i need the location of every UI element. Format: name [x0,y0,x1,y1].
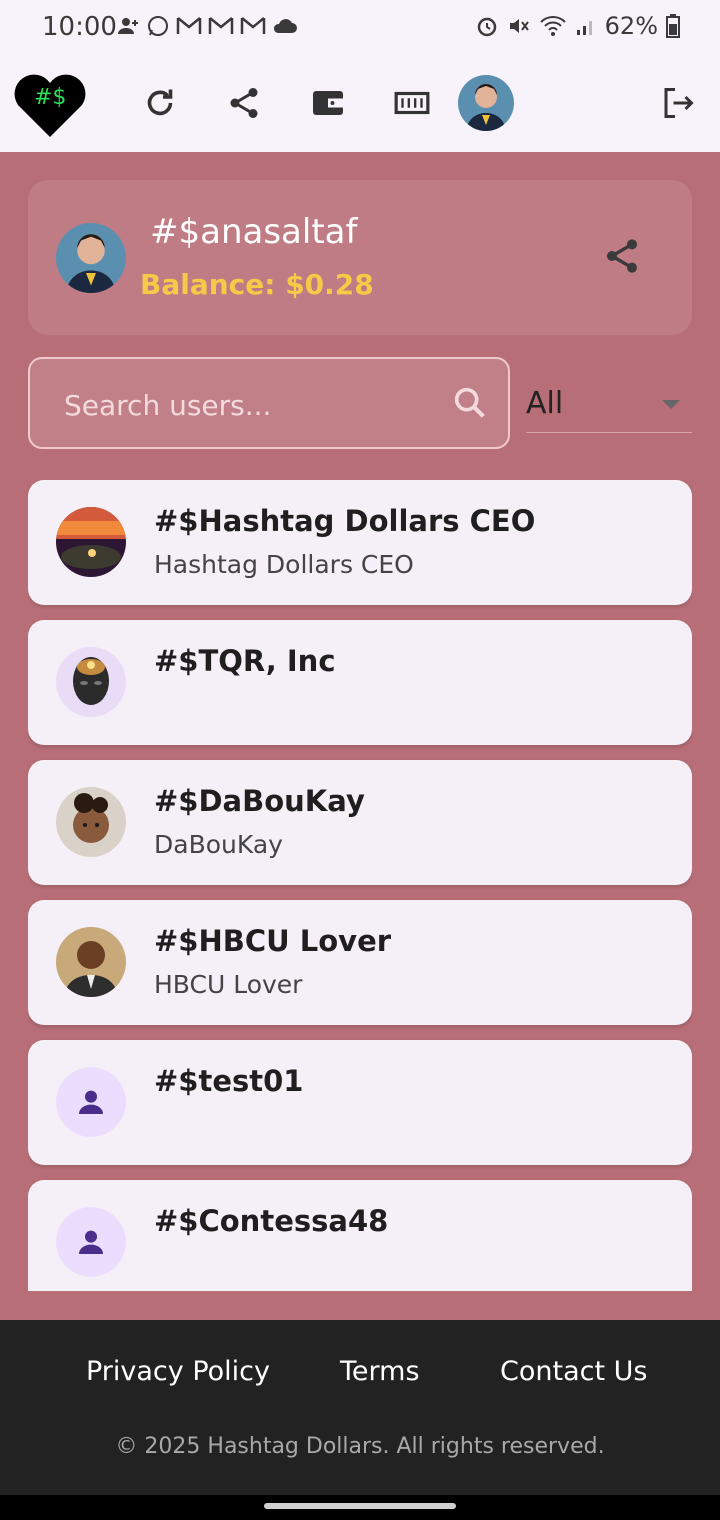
share-icon [607,239,637,273]
user-avatar [56,927,126,997]
person-icon [79,1090,103,1114]
user-card[interactable]: #$TQR, Inc [28,620,692,745]
avatar-photo [56,223,126,293]
profile-share-button[interactable] [602,236,646,280]
user-avatar[interactable] [458,75,514,131]
signal-icon [576,21,592,35]
logo[interactable]: #$ [12,73,88,141]
privacy-policy-link[interactable]: Privacy Policy [86,1356,270,1387]
robot-head-photo [56,647,126,717]
search-placeholder: Search users... [64,389,272,422]
battery-percentage: 62% [604,12,658,40]
gmail-icon [208,17,234,34]
alarm-icon [477,17,496,37]
user-avatar [56,647,126,717]
person-icon [79,1230,103,1254]
profile-card: #$anasaltaf Balance: $0.28 [28,180,692,335]
user-title: #$HBCU Lover [154,924,392,958]
user-card[interactable]: #$HBCU Lover HBCU Lover [28,900,692,1025]
user-card[interactable]: #$Hashtag Dollars CEO Hashtag Dollars CE… [28,480,692,605]
wallet-icon [313,91,343,115]
logo-text: #$ [34,85,67,110]
system-icons: 62% [475,12,680,40]
user-subtitle: HBCU Lover [154,970,303,999]
search-icon[interactable] [450,383,490,423]
wallet-button[interactable] [304,79,352,127]
notification-icons [116,14,298,38]
wifi-icon [539,16,566,36]
refresh-icon [147,89,173,116]
person-add-icon [118,18,138,34]
user-title: #$Contessa48 [154,1204,389,1238]
user-avatar [56,787,126,857]
share-icon [230,88,258,118]
logout-icon [664,88,694,118]
profile-handle: #$anasaltaf [150,212,358,252]
app-bar: #$ [0,55,720,152]
filter-dropdown[interactable]: All [526,376,692,433]
contact-us-link[interactable]: Contact Us [500,1356,647,1387]
balance-text: Balance: $0.28 [140,268,374,301]
gmail-icon [176,17,202,34]
avatar-photo [458,75,514,131]
copyright-text: © 2025 Hashtag Dollars. All rights reser… [115,1434,605,1459]
refresh-button[interactable] [136,79,184,127]
status-time: 10:00 [42,12,117,42]
gmail-icon [240,17,266,34]
home-handle[interactable] [264,1503,456,1509]
navigation-bar [0,1495,720,1520]
user-avatar [56,1067,126,1137]
man-photo [56,927,126,997]
search-input[interactable]: Search users... [28,357,510,449]
logout-button[interactable] [654,79,702,127]
user-subtitle: Hashtag Dollars CEO [154,550,414,579]
user-card[interactable]: #$Contessa48 [28,1180,692,1291]
user-title: #$DaBouKay [154,784,365,818]
user-card[interactable]: #$DaBouKay DaBouKay [28,760,692,885]
share-button[interactable] [220,79,268,127]
terms-link[interactable]: Terms [340,1356,420,1387]
user-card[interactable]: #$test01 [28,1040,692,1165]
cloud-icon [273,19,297,33]
money-button[interactable] [388,79,436,127]
user-avatar [56,1207,126,1277]
avatar-placeholder [56,1067,126,1137]
filter-value: All [526,386,564,421]
user-title: #$TQR, Inc [154,644,336,678]
user-subtitle: DaBouKay [154,830,283,859]
user-title: #$Hashtag Dollars CEO [154,504,536,538]
mute-icon [509,19,529,33]
user-title: #$test01 [154,1064,304,1098]
profile-avatar [56,223,126,293]
child-photo [56,787,126,857]
user-avatar [56,507,126,577]
battery-icon [666,14,680,38]
sunset-photo [56,507,126,577]
money-icon [394,91,430,115]
chevron-down-icon [662,400,680,409]
status-bar: 10:00 62% [0,0,720,55]
footer: Privacy Policy Terms Contact Us © 2025 H… [0,1320,720,1495]
avatar-placeholder [56,1207,126,1277]
user-list[interactable]: #$Hashtag Dollars CEO Hashtag Dollars CE… [28,480,692,1291]
whatsapp-icon [148,16,168,36]
